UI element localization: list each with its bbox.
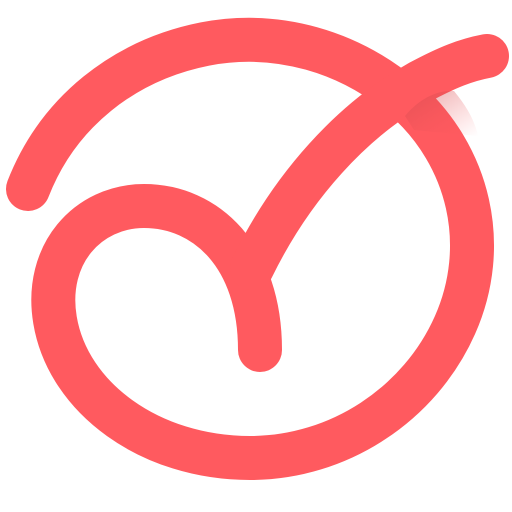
checkmark-swirl-logo-icon (6, 17, 509, 480)
app-logo-canvas (0, 0, 512, 512)
